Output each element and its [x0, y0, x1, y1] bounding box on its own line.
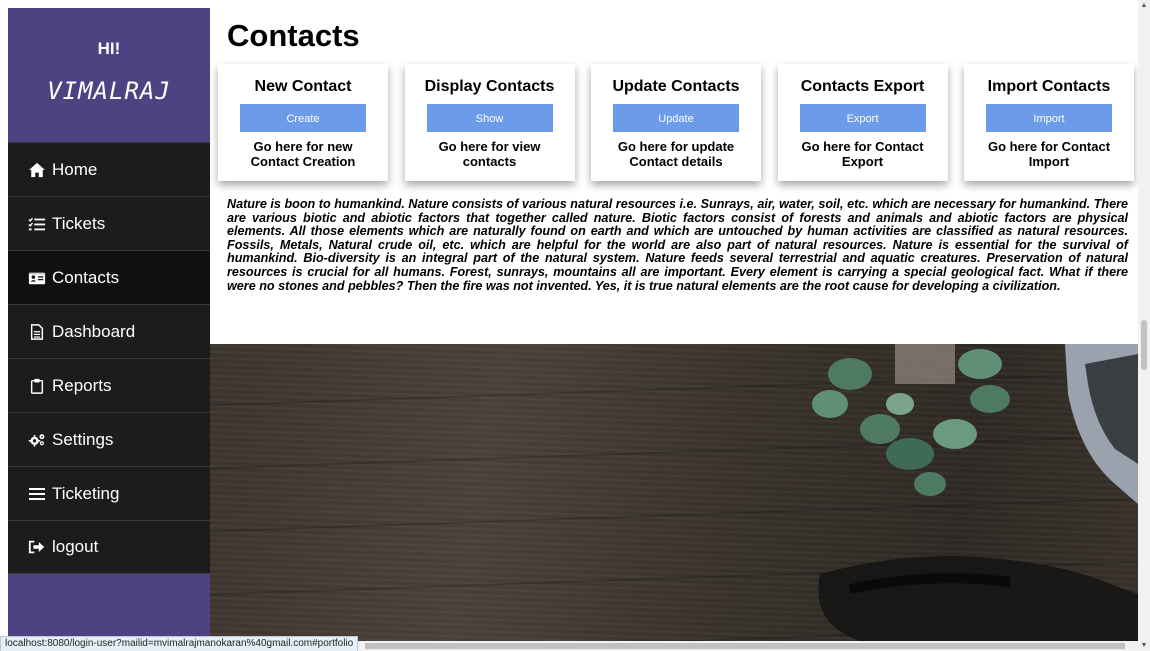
home-icon: [28, 161, 50, 179]
sidebar-item-label: Settings: [52, 429, 114, 449]
sidebar-item-tickets[interactable]: Tickets: [8, 196, 210, 250]
action-cards: New Contact Create Go here for new Conta…: [210, 64, 1138, 189]
card-import-contacts: Import Contacts Import Go here for Conta…: [964, 64, 1134, 181]
sidebar-item-logout[interactable]: logout: [8, 520, 210, 574]
file-text-icon: [28, 323, 50, 341]
status-bar-url: localhost:8080/login-user?mailid=mvimalr…: [0, 636, 359, 651]
sidebar-item-dashboard[interactable]: Dashboard: [8, 304, 210, 358]
card-title: Contacts Export: [800, 78, 925, 95]
main-content: Contacts New Contact Create Go here for …: [210, 8, 1138, 318]
create-button[interactable]: Create: [240, 104, 366, 132]
sidebar-item-label: Contacts: [52, 267, 120, 287]
checklist-icon: [28, 215, 50, 233]
contact-card-icon: [28, 269, 50, 287]
card-description: Go here for new Contact Creation: [250, 139, 356, 169]
sidebar-item-label: Home: [52, 159, 98, 179]
hero-image: [210, 344, 1138, 641]
card-title: Display Contacts: [424, 78, 555, 95]
sidebar-item-settings[interactable]: Settings: [8, 412, 210, 466]
card-contacts-export: Contacts Export Export Go here for Conta…: [777, 64, 948, 181]
sidebar-item-contacts[interactable]: Contacts: [8, 250, 210, 304]
sign-out-icon: [28, 538, 50, 556]
greeting-text: HI!: [97, 39, 121, 58]
scrollbar-thumb[interactable]: [1141, 320, 1147, 370]
card-description: Go here for Contact Import: [987, 139, 1111, 169]
username: VIMALRAJ: [47, 77, 171, 105]
sidebar-item-reports[interactable]: Reports: [8, 358, 210, 412]
clipboard-icon: [28, 377, 50, 395]
card-display-contacts: Display Contacts Show Go here for view c…: [404, 64, 575, 181]
scroll-down-icon[interactable]: ▼: [1140, 642, 1148, 649]
sidebar-item-ticketing[interactable]: Ticketing: [8, 466, 210, 520]
sidebar-item-label: Tickets: [52, 213, 106, 233]
sidebar-item-label: Dashboard: [52, 321, 136, 341]
sidebar-nav: Home Tickets Contacts Dashboard Reports: [8, 142, 210, 574]
vertical-scrollbar[interactable]: ▲ ▼: [1138, 0, 1150, 651]
import-button[interactable]: Import: [986, 104, 1112, 132]
sidebar-item-label: logout: [52, 537, 99, 556]
gears-icon: [28, 431, 50, 449]
card-title: Import Contacts: [987, 78, 1111, 95]
menu-lines-icon: [28, 485, 50, 503]
sidebar-item-label: Ticketing: [52, 483, 120, 503]
show-button[interactable]: Show: [426, 104, 553, 132]
card-update-contacts: Update Contacts Update Go here for updat…: [591, 64, 761, 181]
card-description: Go here for view contacts: [438, 139, 541, 169]
scrollbar-thumb[interactable]: [365, 643, 1125, 649]
desk-photo: [812, 344, 1138, 641]
sidebar: HI! VIMALRAJ Home Tickets Contacts Dashb…: [8, 8, 210, 641]
page-title: Contacts: [227, 18, 360, 53]
export-button[interactable]: Export: [799, 104, 926, 132]
sidebar-item-label: Reports: [52, 375, 112, 395]
scroll-up-icon[interactable]: ▲: [1140, 2, 1148, 9]
nature-paragraph: Nature is boon to humankind. Nature cons…: [227, 197, 1128, 293]
card-title: Update Contacts: [612, 78, 740, 95]
user-greeting: HI! VIMALRAJ: [8, 8, 210, 142]
sidebar-item-home[interactable]: Home: [8, 142, 210, 196]
card-new-contact: New Contact Create Go here for new Conta…: [218, 64, 388, 181]
card-description: Go here for Contact Export: [801, 139, 924, 169]
update-button[interactable]: Update: [613, 104, 739, 132]
card-description: Go here for update Contact details: [617, 139, 735, 169]
card-title: New Contact: [254, 78, 352, 95]
